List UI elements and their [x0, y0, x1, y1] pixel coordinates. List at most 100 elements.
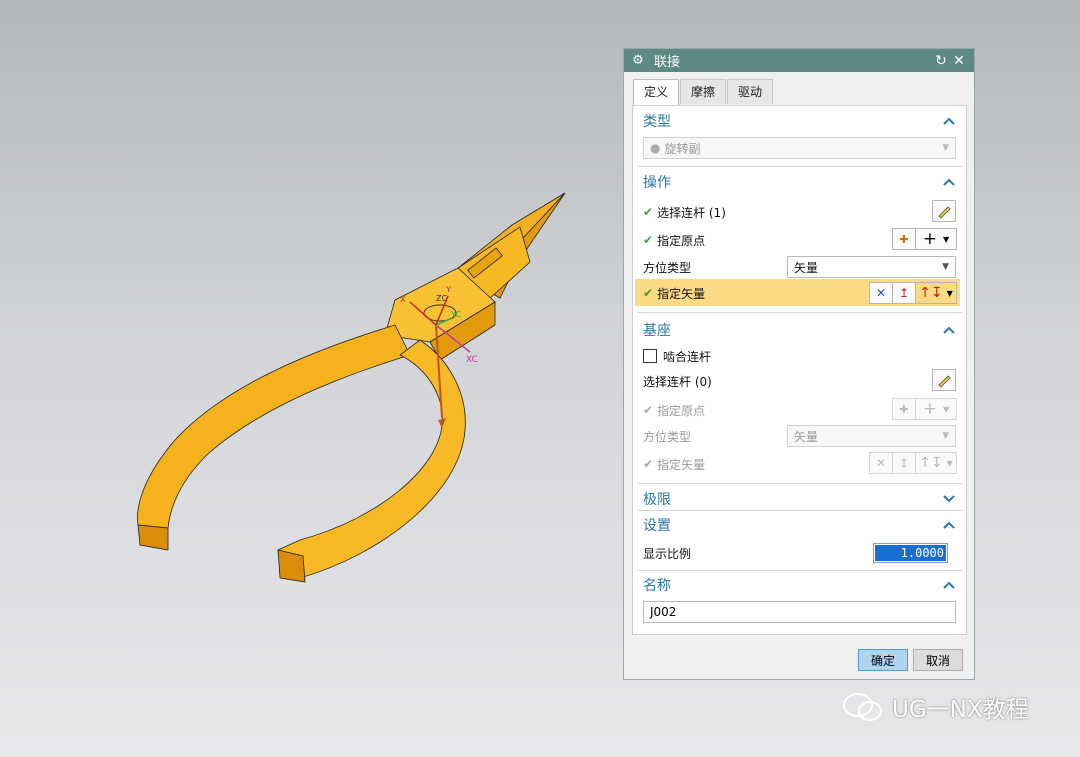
chevron-down-icon: ▼: [943, 234, 950, 244]
vector-icon: ↥: [898, 286, 910, 300]
watermark-text: UG一NX教程: [892, 697, 1029, 723]
base-vector-row: ✔ 指定矢量: [643, 452, 705, 476]
dialog-title: 联接: [654, 55, 681, 70]
section-operation-title: 操作: [643, 175, 671, 191]
operation-select-link-label: 选择连杆 (1): [657, 205, 726, 220]
joint-type-value: 旋转副: [664, 141, 701, 156]
section-type-header[interactable]: 类型: [633, 108, 966, 134]
snap-link-checkbox[interactable]: [643, 349, 657, 363]
section-operation-header[interactable]: 操作: [633, 169, 966, 195]
cancel-button[interactable]: 取消: [913, 649, 963, 671]
section-name-title: 名称: [643, 578, 671, 594]
divider: [637, 510, 962, 511]
base-select-link-pencil-button[interactable]: [932, 369, 956, 391]
section-limits-header[interactable]: 极限: [633, 486, 966, 512]
tab-friction[interactable]: 摩擦: [680, 79, 727, 104]
chevron-up-icon: [943, 178, 955, 186]
operation-origin-label: 指定原点: [657, 233, 706, 248]
joint-type-select[interactable]: ● 旋转副 ▼: [643, 137, 956, 159]
tab-bar: 定义 摩擦 驱动: [633, 79, 774, 106]
check-icon: ✔: [643, 233, 654, 247]
reverse-direction-button[interactable]: ✕: [869, 282, 893, 304]
close-icon[interactable]: ✕: [950, 53, 968, 69]
section-name-header[interactable]: 名称: [633, 572, 966, 598]
section-base-title: 基座: [643, 323, 671, 339]
base-orientation-row: 方位类型: [643, 424, 691, 448]
plus-icon: +: [922, 399, 938, 419]
pliers-model[interactable]: [137, 192, 566, 583]
base-point-dialog-button[interactable]: ✚: [892, 398, 916, 420]
reverse-direction-icon: ✕: [875, 286, 887, 300]
chevron-down-icon: ▼: [946, 458, 953, 468]
snap-link-label: 啮合连杆: [663, 349, 712, 364]
operation-origin-row: ✔ 指定原点: [643, 228, 705, 252]
point-inference-dropdown[interactable]: + ▼: [915, 228, 957, 250]
check-icon: ✔: [643, 403, 654, 417]
base-vector-label: 指定矢量: [657, 457, 706, 472]
joint-name-input[interactable]: J002: [643, 601, 956, 623]
vector-icon: ↥: [898, 456, 910, 470]
base-reverse-direction-button[interactable]: ✕: [869, 452, 893, 474]
joint-name-value: J002: [650, 605, 677, 619]
select-link-pencil-button[interactable]: [932, 200, 956, 222]
definition-panel: 类型 ● 旋转副 ▼ 操作 ✔ 选择连杆 (1) ✔ 指定原点 ✚ + ▼ 方位…: [632, 105, 967, 635]
operation-vector-label: 指定矢量: [657, 286, 706, 301]
joint-dialog: ⚙ 联接 ↻ ✕ 定义 摩擦 驱动 类型 ● 旋转副 ▼ 操作 ✔ 选择连杆 (…: [623, 48, 975, 680]
check-icon: ✔: [643, 457, 654, 471]
axis-label-zc: ZC: [436, 294, 447, 303]
operation-orientation-value: 矢量: [794, 260, 819, 275]
vector-dialog-button[interactable]: ↥: [892, 282, 916, 304]
display-scale-input[interactable]: 1.0000: [873, 543, 948, 563]
base-point-inference-dropdown[interactable]: + ▼: [915, 398, 957, 420]
base-orientation-value: 矢量: [794, 429, 819, 444]
ok-button[interactable]: 确定: [858, 649, 908, 671]
base-vector-dialog-button[interactable]: ↥: [892, 452, 916, 474]
section-limits-title: 极限: [643, 492, 671, 508]
chevron-down-icon: ▼: [942, 262, 949, 272]
base-origin-label: 指定原点: [657, 403, 706, 418]
operation-orientation-label: 方位类型: [643, 260, 692, 275]
divider: [637, 166, 962, 167]
axis-label-yc: YC: [450, 310, 461, 319]
tab-driver[interactable]: 驱动: [727, 79, 774, 104]
watermark: UG一NX教程: [842, 690, 1029, 724]
section-settings-header[interactable]: 设置: [633, 512, 966, 538]
pencil-icon: [938, 375, 951, 388]
operation-vector-row[interactable]: ✔ 指定矢量: [643, 281, 705, 305]
vector-direction-icon: ↑↧: [919, 455, 943, 471]
display-scale-row: 显示比例: [643, 541, 691, 565]
axis-label-xc: XC: [466, 355, 478, 365]
chevron-up-icon: [943, 521, 955, 529]
base-orientation-label: 方位类型: [643, 429, 692, 444]
base-select-link-label: 选择连杆 (0): [643, 374, 712, 389]
check-icon: ✔: [643, 205, 654, 219]
pliers-handle-left-edge: [137, 524, 169, 551]
snap-link-row[interactable]: 啮合连杆: [643, 344, 711, 368]
pencil-icon: [938, 206, 951, 219]
wechat-icon: [843, 693, 882, 721]
section-settings-title: 设置: [643, 518, 671, 534]
reset-icon[interactable]: ↻: [932, 53, 950, 69]
vector-inference-dropdown[interactable]: ↑↧ ▼: [915, 282, 957, 304]
dialog-titlebar[interactable]: ⚙ 联接 ↻ ✕: [624, 49, 974, 72]
base-orientation-select[interactable]: 矢量 ▼: [787, 425, 956, 447]
vector-direction-icon: ↑↧: [919, 285, 943, 301]
section-type-title: 类型: [643, 114, 671, 130]
divider: [637, 312, 962, 313]
operation-orientation-select[interactable]: 矢量 ▼: [787, 256, 956, 278]
base-vector-inference-dropdown[interactable]: ↑↧ ▼: [915, 452, 957, 474]
base-origin-row: ✔ 指定原点: [643, 398, 705, 422]
chevron-up-icon: [943, 326, 955, 334]
point-icon: ✚: [899, 232, 909, 246]
point-dialog-button[interactable]: ✚: [892, 228, 916, 250]
axis-label-y: Y: [445, 285, 451, 294]
tab-definition[interactable]: 定义: [633, 79, 680, 106]
reverse-direction-icon: ✕: [875, 456, 887, 470]
chevron-up-icon: [943, 117, 955, 125]
base-select-link-row: 选择连杆 (0): [643, 369, 712, 393]
display-scale-value: 1.0000: [875, 545, 946, 561]
operation-orientation-row: 方位类型: [643, 255, 691, 279]
revolute-joint-icon: ●: [650, 141, 661, 155]
section-base-header[interactable]: 基座: [633, 317, 966, 343]
point-icon: ✚: [899, 402, 909, 416]
